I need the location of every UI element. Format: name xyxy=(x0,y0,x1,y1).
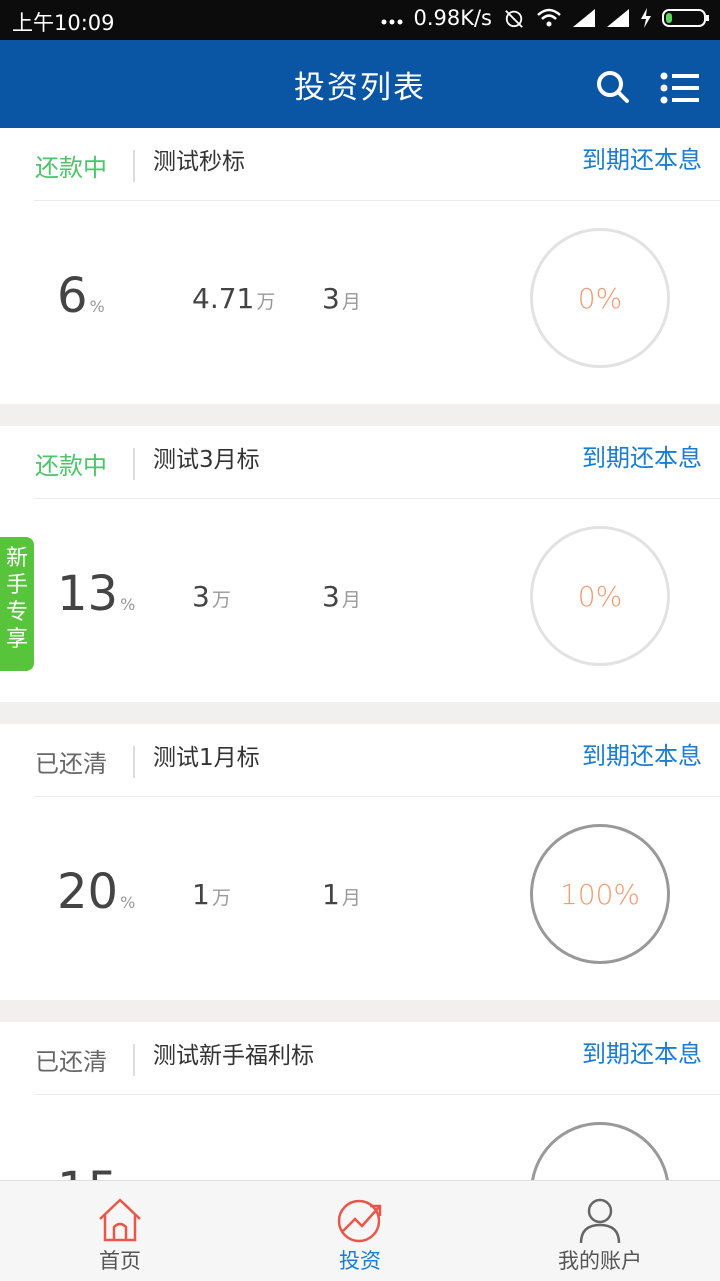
divider xyxy=(34,200,720,201)
signal-1-icon xyxy=(573,9,595,27)
battery-icon xyxy=(662,9,709,27)
more-dots-icon xyxy=(381,19,403,25)
interest-rate: 13% xyxy=(57,566,136,622)
loan-name: 测试1月标 xyxy=(153,745,260,771)
repay-method: 到期还本息 xyxy=(582,146,702,174)
tab-label: 投资 xyxy=(339,1249,381,1273)
repay-method: 到期还本息 xyxy=(582,1040,702,1068)
loan-name: 测试新手福利标 xyxy=(153,1043,314,1069)
badge-char: 享 xyxy=(5,627,28,652)
network-speed: 0.98K/s xyxy=(413,6,492,30)
user-icon xyxy=(579,1198,621,1244)
tab-label: 我的账户 xyxy=(558,1249,642,1273)
status-time: 上午10:09 xyxy=(12,11,115,35)
interest-rate: 20% xyxy=(57,864,136,920)
loan-amount: 4.71 万 xyxy=(192,282,276,315)
tab-label: 首页 xyxy=(99,1249,141,1273)
divider xyxy=(34,498,720,499)
status-icons: 0.98K/s xyxy=(381,6,710,30)
divider xyxy=(133,746,135,778)
progress-circle: 100% xyxy=(530,824,670,964)
app-bar: 投资列表 xyxy=(0,40,720,128)
divider xyxy=(133,1044,135,1076)
badge-char: 手 xyxy=(5,573,28,598)
loan-status: 还款中 xyxy=(35,154,107,182)
tab-invest[interactable]: 投资 xyxy=(240,1181,480,1281)
list-menu-icon[interactable] xyxy=(660,72,700,104)
investment-card[interactable]: 已还清 测试1月标 到期还本息 20% 1万 1月 100% xyxy=(0,724,720,1000)
search-icon[interactable] xyxy=(596,70,630,104)
divider xyxy=(133,448,135,480)
loan-term: 1月 xyxy=(322,878,361,911)
loan-term: 3月 xyxy=(322,580,361,613)
loan-name: 测试3月标 xyxy=(153,447,260,473)
loan-status: 已还清 xyxy=(35,750,107,778)
progress-circle: 0% xyxy=(530,526,670,666)
loan-amount: 1万 xyxy=(192,878,231,911)
charging-icon xyxy=(641,8,651,28)
newbie-exclusive-tab[interactable]: 新 手 专 享 xyxy=(0,537,34,671)
interest-rate: 6% xyxy=(57,268,105,324)
invest-trend-icon xyxy=(337,1199,382,1243)
repay-method: 到期还本息 xyxy=(582,444,702,472)
divider xyxy=(34,1094,720,1095)
repay-method: 到期还本息 xyxy=(582,742,702,770)
loan-term: 3月 xyxy=(322,282,361,315)
progress-circle: 100% xyxy=(530,1122,670,1180)
interest-rate: 15% xyxy=(57,1162,135,1180)
progress-circle: 0% xyxy=(530,228,670,368)
badge-char: 专 xyxy=(5,600,28,625)
alarm-off-icon xyxy=(505,10,523,28)
tab-my-account[interactable]: 我的账户 xyxy=(480,1181,720,1281)
bottom-tab-bar: 首页 投资 我的账户 xyxy=(0,1180,720,1281)
wifi-icon xyxy=(537,8,561,27)
tab-home[interactable]: 首页 xyxy=(0,1181,240,1281)
loan-amount: 3万 xyxy=(192,580,231,613)
signal-2-icon xyxy=(607,9,629,27)
investment-card[interactable]: 还款中 测试3月标 到期还本息 13% 3万 3月 0% xyxy=(0,426,720,702)
investment-card[interactable]: 还款中 测试秒标 到期还本息 6% 4.71 万 3月 0% xyxy=(0,128,720,404)
home-icon xyxy=(99,1198,141,1242)
loan-status: 还款中 xyxy=(35,452,107,480)
loan-name: 测试秒标 xyxy=(153,149,245,175)
status-bar: 上午10:09 0.98K/s xyxy=(0,0,720,40)
loan-status: 已还清 xyxy=(35,1048,107,1076)
investment-list[interactable]: 还款中 测试秒标 到期还本息 6% 4.71 万 3月 0% 还款中 测试3月标 … xyxy=(0,128,720,1180)
divider xyxy=(133,150,135,182)
badge-char: 新 xyxy=(5,546,28,571)
investment-card[interactable]: 已还清 测试新手福利标 到期还本息 15% 100% xyxy=(0,1022,720,1180)
divider xyxy=(34,796,720,797)
